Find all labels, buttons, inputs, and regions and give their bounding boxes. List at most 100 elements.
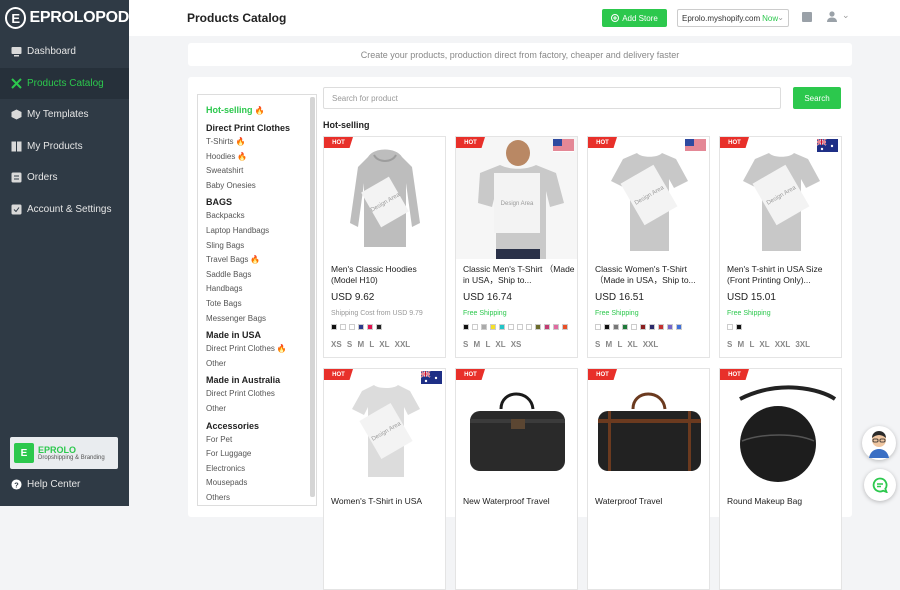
product-image[interactable]: Design Area [588,137,709,259]
product-card[interactable]: HOT Round Makeup Bag [719,368,842,590]
product-name[interactable]: Round Makeup Bag [727,496,839,507]
color-swatch[interactable] [463,324,469,330]
category-heading[interactable]: Accessories [206,419,290,433]
category-heading[interactable]: Made in Australia [206,373,290,387]
sidebar-item-my-products[interactable]: My Products [0,131,129,163]
product-card[interactable]: Design Area HOT Men's T-shirt in USA Size … [719,136,842,358]
sidebar-item-dashboard[interactable]: Dashboard [0,36,129,68]
product-name[interactable]: Waterproof Travel [595,496,707,507]
sidebar-item-products-catalog[interactable]: Products Catalog [0,67,129,99]
color-swatch[interactable] [631,324,637,330]
category-item[interactable]: For Luggage [206,447,290,462]
color-swatch[interactable] [367,324,373,330]
category-item[interactable]: Hoodies 🔥 [206,150,290,165]
color-swatch[interactable] [667,324,673,330]
add-store-button[interactable]: Add Store [602,9,667,27]
color-swatch[interactable] [481,324,487,330]
sidebar-item-account-settings[interactable]: Account & Settings [0,194,129,226]
store-icon[interactable] [802,12,812,22]
product-name[interactable]: Classic Women's T-Shirt （Made in USA，Shi… [595,264,707,285]
product-name[interactable]: Women's T-Shirt in USA [331,496,443,507]
color-swatch[interactable] [649,324,655,330]
category-item[interactable]: For Pet [206,433,290,448]
product-image[interactable]: Design Area [324,369,445,491]
product-image[interactable]: Design Area [324,137,445,259]
color-swatch[interactable] [562,324,568,330]
product-image[interactable] [720,369,841,491]
category-item[interactable]: Tote Bags [206,297,290,312]
sidebar-item-my-templates[interactable]: My Templates [0,99,129,131]
color-swatch[interactable] [676,324,682,330]
color-swatch[interactable] [340,324,346,330]
store-selector[interactable]: Eprolo.myshopify.com Now ⌄ [677,9,789,27]
category-item[interactable]: T-Shirts 🔥 [206,135,290,150]
category-item[interactable]: Travel Bags 🔥 [206,253,290,268]
color-swatch[interactable] [736,324,742,330]
product-card[interactable]: Design Area HOT Classic Women's T-Shirt （M… [587,136,710,358]
category-item[interactable]: Other [206,357,290,372]
support-avatar[interactable] [862,426,896,460]
category-heading[interactable]: Direct Print Clothes [206,121,290,135]
category-heading[interactable]: Hot-selling 🔥 [206,103,290,117]
brand-logo[interactable]: E EPROLOPOD [0,0,129,36]
color-swatch[interactable] [349,324,355,330]
color-swatch[interactable] [376,324,382,330]
color-swatch[interactable] [535,324,541,330]
sidebar-item-orders[interactable]: Orders [0,162,129,194]
category-heading[interactable]: Made in USA [206,328,290,342]
color-swatch[interactable] [517,324,523,330]
product-card[interactable]: HOT New Waterproof Travel [455,368,578,590]
category-item[interactable]: Backpacks [206,209,290,224]
product-card[interactable]: Design Area HOT Men's Classic Hoodies (Mod… [323,136,446,358]
color-swatch[interactable] [526,324,532,330]
color-swatch[interactable] [544,324,550,330]
user-menu-chevron-icon[interactable]: ⌄ [842,10,850,21]
category-item[interactable]: Baby Onesies [206,179,290,194]
color-swatch[interactable] [595,324,601,330]
category-item[interactable]: Other [206,402,290,417]
color-swatch[interactable] [553,324,559,330]
category-item[interactable]: Direct Print Clothes 🔥 [206,342,290,357]
product-card[interactable]: Design Area HOT Women's T-Shirt in USA [323,368,446,590]
search-button[interactable]: Search [793,87,841,109]
user-icon[interactable] [826,10,838,22]
color-swatch[interactable] [727,324,733,330]
product-card[interactable]: HOT Waterproof Travel [587,368,710,590]
category-item[interactable]: Mousepads [206,476,290,491]
product-name[interactable]: Classic Men's T-Shirt （Made in USA，Ship … [463,264,575,285]
search-input[interactable]: Search for product [323,87,781,109]
product-name[interactable]: Men's T-shirt in USA Size (Front Printin… [727,264,839,285]
category-item[interactable]: Messenger Bags [206,312,290,327]
category-item[interactable]: Sweatshirt [206,164,290,179]
category-item[interactable]: Laptop Handbags [206,224,290,239]
color-swatch[interactable] [358,324,364,330]
color-swatch[interactable] [640,324,646,330]
product-image[interactable]: Design Area [456,137,577,259]
eprolo-promo-card[interactable]: E EPROLO Dropshipping & Branding [10,437,118,469]
category-item[interactable]: Others [206,491,290,505]
color-swatch[interactable] [658,324,664,330]
category-item[interactable]: Electronics [206,462,290,477]
product-image[interactable] [456,369,577,491]
help-center-link[interactable]: ? Help Center [11,479,80,490]
category-item[interactable]: Handbags [206,282,290,297]
color-swatch[interactable] [490,324,496,330]
color-swatch[interactable] [499,324,505,330]
product-card[interactable]: Design Area HOT Classic Men's T-Shirt （Mad… [455,136,578,358]
color-swatch[interactable] [508,324,514,330]
category-item[interactable]: Direct Print Clothes [206,387,290,402]
color-swatch[interactable] [622,324,628,330]
product-name[interactable]: Men's Classic Hoodies (Model H10) [331,264,443,285]
category-scrollbar[interactable] [310,97,315,497]
color-swatch[interactable] [472,324,478,330]
color-swatch[interactable] [613,324,619,330]
color-swatch[interactable] [604,324,610,330]
chat-button[interactable] [864,469,896,501]
product-image[interactable]: Design Area [720,137,841,259]
category-item[interactable]: Sling Bags [206,239,290,254]
category-heading[interactable]: BAGS [206,195,290,209]
category-item[interactable]: Saddle Bags [206,268,290,283]
product-name[interactable]: New Waterproof Travel [463,496,575,507]
product-image[interactable] [588,369,709,491]
color-swatch[interactable] [331,324,337,330]
